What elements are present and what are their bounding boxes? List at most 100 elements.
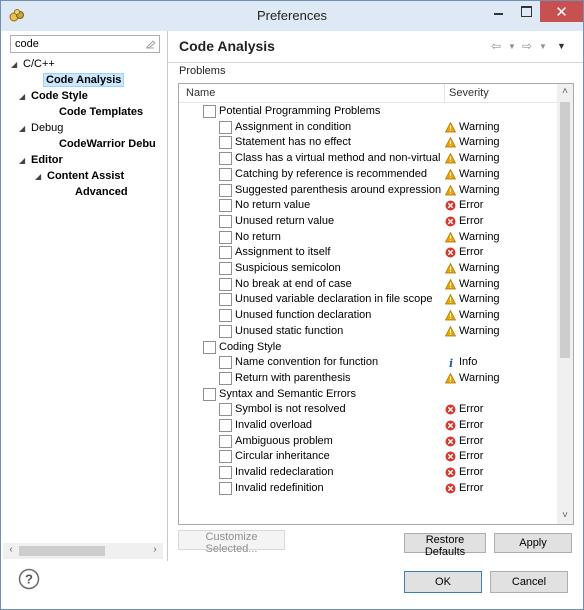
problem-row[interactable]: Unused static function Warning — [179, 323, 557, 339]
severity-cell[interactable]: Warning — [445, 183, 555, 198]
severity-cell[interactable]: Error — [445, 214, 555, 229]
restore-defaults-button[interactable]: Restore Defaults — [404, 533, 486, 558]
filter-box[interactable] — [10, 35, 160, 53]
severity-cell[interactable]: Warning — [445, 135, 555, 150]
scroll-up-icon[interactable]: ˄ — [557, 84, 573, 100]
problem-checkbox[interactable] — [219, 152, 232, 166]
expand-twisty-icon[interactable]: ◢ — [19, 89, 31, 104]
minimize-button[interactable] — [484, 1, 512, 22]
back-menu-icon[interactable]: ▼ — [508, 42, 516, 51]
tree-item[interactable]: Code Analysis — [31, 73, 125, 88]
tree-item[interactable]: ◢ Content Assist — [35, 169, 124, 184]
scroll-right-icon[interactable]: › — [147, 544, 163, 558]
severity-cell[interactable]: Warning — [445, 277, 555, 292]
severity-cell[interactable]: Error — [445, 434, 555, 449]
scroll-left-icon[interactable]: ‹ — [3, 544, 19, 558]
problem-checkbox[interactable] — [219, 403, 232, 417]
severity-cell[interactable]: Warning — [445, 308, 555, 323]
problem-checkbox[interactable] — [219, 262, 232, 275]
expand-twisty-icon[interactable]: ◢ — [11, 57, 23, 72]
problem-category-row[interactable]: Syntax and Semantic Errors — [179, 386, 557, 402]
maximize-button[interactable] — [512, 1, 540, 22]
problem-checkbox[interactable] — [203, 340, 216, 354]
severity-cell[interactable]: Error — [445, 449, 555, 464]
problem-row[interactable]: Name convention for function i Info — [179, 354, 557, 370]
problem-checkbox[interactable] — [219, 324, 232, 338]
severity-cell[interactable]: Warning — [445, 261, 555, 276]
problem-checkbox[interactable] — [203, 105, 216, 118]
scroll-down-icon[interactable]: ˅ — [557, 508, 573, 524]
severity-cell[interactable]: i Info — [445, 355, 555, 370]
problem-row[interactable]: Unused variable declaration in file scop… — [179, 291, 557, 307]
table-vertical-scrollbar[interactable]: ˄ ˅ — [557, 84, 573, 524]
problem-checkbox[interactable] — [219, 167, 232, 181]
tree-item[interactable]: ◢ Code Style — [19, 89, 88, 104]
clear-filter-icon[interactable] — [145, 38, 156, 49]
filter-input[interactable] — [15, 37, 135, 51]
problem-row[interactable]: Unused function declaration Warning — [179, 307, 557, 323]
tree-scroll-thumb[interactable] — [19, 546, 105, 556]
problem-checkbox[interactable] — [219, 371, 232, 385]
severity-cell[interactable]: Warning — [445, 151, 555, 166]
problem-row[interactable]: Invalid redeclaration Error — [179, 464, 557, 480]
column-divider[interactable] — [444, 84, 445, 102]
severity-cell[interactable]: Error — [445, 418, 555, 433]
problem-checkbox[interactable] — [219, 434, 232, 448]
severity-cell[interactable]: Error — [445, 198, 555, 213]
problem-row[interactable]: Assignment to itself Error — [179, 244, 557, 260]
severity-cell[interactable]: Error — [445, 465, 555, 480]
close-button[interactable]: ✕ — [540, 1, 583, 22]
problem-checkbox[interactable] — [219, 450, 232, 464]
problem-category-row[interactable]: Coding Style — [179, 339, 557, 355]
severity-cell[interactable]: Error — [445, 481, 555, 496]
tree-item[interactable]: CodeWarrior Debu — [47, 137, 156, 152]
problem-checkbox[interactable] — [219, 214, 232, 228]
problem-row[interactable]: Ambiguous problem Error — [179, 433, 557, 449]
problem-row[interactable]: Symbol is not resolved Error — [179, 401, 557, 417]
forward-menu-icon[interactable]: ▼ — [539, 42, 547, 51]
help-icon[interactable]: ? — [18, 568, 40, 590]
tree-item[interactable]: Code Templates — [47, 105, 143, 120]
column-header-severity[interactable]: Severity — [449, 87, 489, 99]
problem-row[interactable]: Statement has no effect Warning — [179, 134, 557, 150]
problem-row[interactable]: Unused return value Error — [179, 213, 557, 229]
problem-row[interactable]: Class has a virtual method and non-virtu… — [179, 150, 557, 166]
problems-table[interactable]: Name Severity Potential Programming Prob… — [178, 83, 574, 525]
problem-row[interactable]: Suggested parenthesis around expression W… — [179, 182, 557, 198]
problem-row[interactable]: No return value Error — [179, 197, 557, 213]
problem-row[interactable]: No break at end of case Warning — [179, 276, 557, 292]
back-arrow-icon[interactable]: ⇦ — [491, 39, 501, 53]
severity-cell[interactable]: Error — [445, 245, 555, 260]
customize-selected-button[interactable]: Customize Selected... — [178, 530, 285, 555]
problem-checkbox[interactable] — [219, 183, 232, 197]
tree-item[interactable]: ◢ Debug — [19, 121, 63, 136]
severity-cell[interactable]: Error — [445, 402, 555, 417]
problem-checkbox[interactable] — [219, 120, 232, 134]
problem-row[interactable]: Circular inheritance Error — [179, 448, 557, 464]
problem-checkbox[interactable] — [219, 230, 232, 244]
severity-cell[interactable]: Warning — [445, 167, 555, 182]
severity-cell[interactable]: Warning — [445, 120, 555, 135]
problem-checkbox[interactable] — [203, 387, 216, 401]
tree-item[interactable]: ◢ C/C++ — [11, 57, 55, 72]
problem-row[interactable]: Return with parenthesis Warning — [179, 370, 557, 386]
problem-row[interactable]: Assignment in condition Warning — [179, 119, 557, 135]
problem-row[interactable]: Invalid overload Error — [179, 417, 557, 433]
problem-checkbox[interactable] — [219, 309, 232, 323]
problem-row[interactable]: Suspicious semicolon Warning — [179, 260, 557, 276]
problem-checkbox[interactable] — [219, 277, 232, 291]
problem-category-row[interactable]: Potential Programming Problems — [179, 103, 557, 119]
apply-button[interactable]: Apply — [494, 533, 572, 553]
title-bar[interactable]: Preferences ✕ — [1, 1, 583, 31]
problem-row[interactable]: Invalid redefinition Error — [179, 480, 557, 496]
expand-twisty-icon[interactable]: ◢ — [19, 153, 31, 168]
severity-cell[interactable]: Warning — [445, 371, 555, 386]
severity-cell[interactable]: Warning — [445, 324, 555, 339]
severity-cell[interactable]: Warning — [445, 230, 555, 245]
severity-cell[interactable]: Warning — [445, 292, 555, 307]
ok-button[interactable]: OK — [404, 571, 482, 593]
problem-checkbox[interactable] — [219, 136, 232, 150]
problem-row[interactable]: Catching by reference is recommended Warn… — [179, 166, 557, 182]
problem-checkbox[interactable] — [219, 199, 232, 213]
tree-item[interactable]: Advanced — [63, 185, 128, 200]
